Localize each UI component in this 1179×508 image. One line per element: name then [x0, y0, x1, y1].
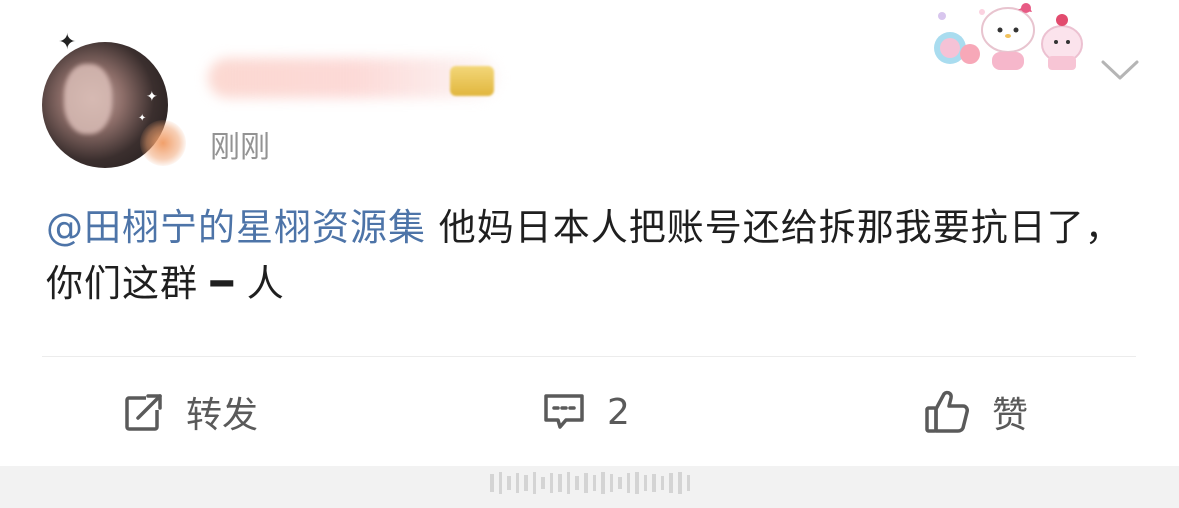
like-button[interactable]: 赞 — [924, 388, 1028, 436]
like-label: 赞 — [992, 395, 1029, 436]
divider — [42, 356, 1136, 357]
post-card: ✦ ✦ ✦ 刚刚 @田栩宁的星栩资源集 他妈日本人把账号还给拆那我要抗日了，你们… — [0, 0, 1179, 466]
repost-label: 转发 — [186, 395, 259, 436]
avatar-face — [64, 64, 112, 134]
vip-badge — [450, 66, 494, 96]
watermark — [490, 470, 691, 496]
sparkle-icon: ✦ — [146, 89, 158, 105]
repost-icon — [125, 392, 164, 431]
hello-kitty-decoration — [934, 3, 1083, 70]
sparkle-icon: ✦ — [138, 113, 147, 124]
comment-count: 2 — [607, 391, 630, 433]
post-timestamp: 刚刚 — [210, 130, 270, 165]
thumbs-up-icon — [925, 390, 969, 433]
comment-icon — [544, 394, 584, 429]
comment-button[interactable]: 2 — [543, 388, 630, 436]
repost-button[interactable]: 转发 — [124, 388, 258, 436]
avatar-badge — [140, 120, 186, 166]
post-content: @田栩宁的星栩资源集 他妈日本人把账号还给拆那我要抗日了，你们这群 ━ 人 — [46, 200, 1136, 312]
star-icon: ✦ — [58, 30, 77, 55]
chevron-down-icon[interactable] — [1100, 58, 1140, 82]
mention-link[interactable]: @田栩宁的星栩资源集 — [46, 206, 426, 249]
